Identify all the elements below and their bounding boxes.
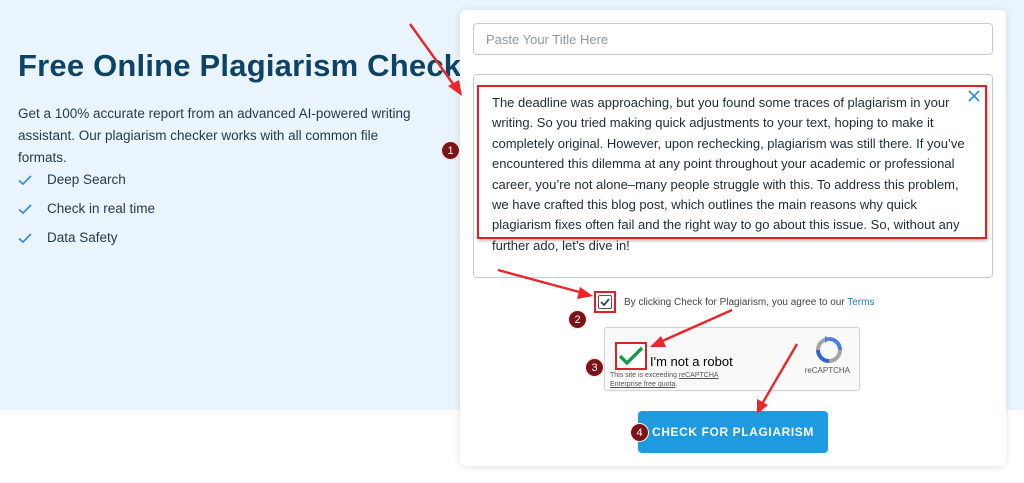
feature-item: Check in real time	[18, 194, 155, 223]
terms-agreement: By clicking Check for Plagiarism, you ag…	[594, 289, 874, 315]
checkmark-icon	[600, 298, 610, 307]
recaptcha-widget: I'm not a robot This site is exceeding r…	[604, 327, 860, 391]
feature-label: Check in real time	[47, 201, 156, 216]
recaptcha-brand: reCAPTCHA	[804, 366, 850, 375]
recaptcha-checkbox[interactable]	[615, 342, 647, 370]
title-input[interactable]	[473, 23, 993, 55]
green-checkmark-icon	[618, 346, 644, 366]
checkmark-icon	[18, 232, 32, 243]
feature-item: Deep Search	[18, 165, 155, 194]
terms-text: By clicking Check for Plagiarism, you ag…	[624, 297, 874, 308]
terms-label: By clicking Check for Plagiarism, you ag…	[624, 296, 848, 308]
annotation-badge-4: 4	[630, 423, 649, 442]
recaptcha-quota-note: This site is exceeding reCAPTCHA Enterpr…	[610, 371, 750, 389]
text-highlight-box: The deadline was approaching, but you fo…	[477, 85, 987, 253]
quota-note-suffix: .	[675, 381, 678, 388]
quota-note-prefix: This site is exceeding	[610, 372, 679, 379]
feature-label: Data Safety	[47, 230, 118, 245]
close-icon[interactable]	[967, 89, 981, 103]
feature-item: Data Safety	[18, 223, 155, 252]
page-title: Free Online Plagiarism Checker	[18, 48, 491, 83]
annotation-badge-2: 2	[568, 310, 587, 329]
checkmark-icon	[18, 203, 32, 214]
terms-link[interactable]: Terms	[847, 297, 874, 308]
feature-label: Deep Search	[47, 172, 126, 187]
terms-checkbox-highlight	[594, 291, 616, 313]
text-content[interactable]: The deadline was approaching, but you fo…	[492, 93, 975, 256]
page-subtitle: Get a 100% accurate report from an advan…	[18, 106, 411, 165]
recaptcha-logo-icon	[816, 336, 842, 363]
annotation-badge-3: 3	[585, 358, 604, 377]
annotation-badge-1: 1	[441, 141, 460, 160]
check-plagiarism-button[interactable]: CHECK FOR PLAGIARISM	[638, 411, 828, 453]
recaptcha-label: I'm not a robot	[650, 354, 733, 369]
text-input-area[interactable]: The deadline was approaching, but you fo…	[473, 74, 993, 278]
feature-list: Deep Search Check in real time Data Safe…	[18, 165, 155, 252]
terms-checkbox[interactable]	[598, 295, 612, 309]
checker-card: The deadline was approaching, but you fo…	[460, 10, 1006, 466]
checkmark-icon	[18, 174, 32, 185]
